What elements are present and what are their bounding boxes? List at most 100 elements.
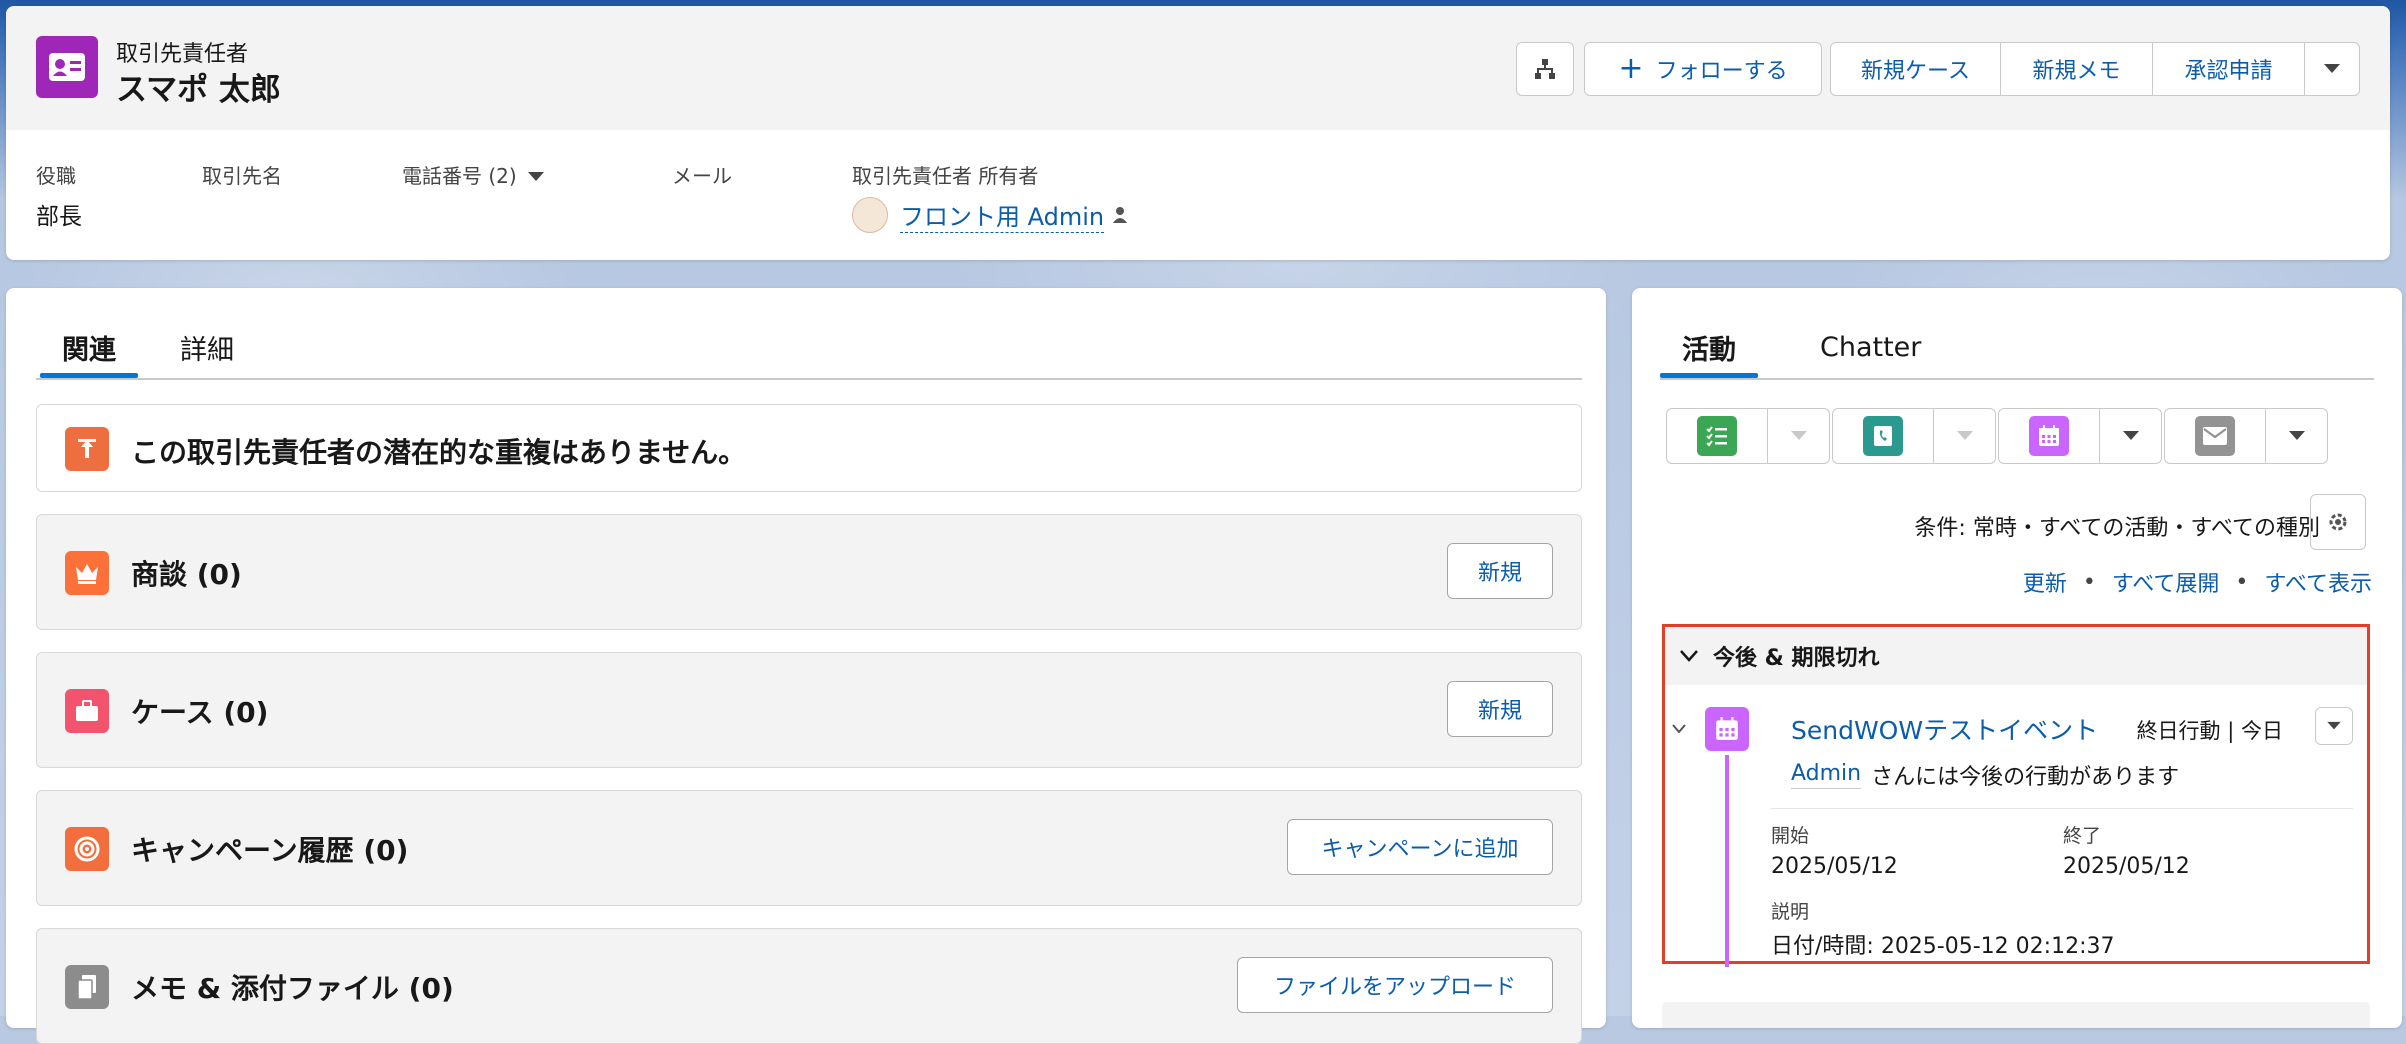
- event-start: 開始 2025/05/12: [1771, 821, 1898, 879]
- plus-icon: +: [1618, 51, 1644, 86]
- add-to-campaign-button[interactable]: キャンペーンに追加: [1287, 819, 1553, 875]
- task-icon: [1697, 416, 1737, 456]
- field-account-label: 取引先名: [202, 164, 282, 188]
- expand-all-link[interactable]: すべて展開: [2112, 566, 2220, 598]
- follow-button[interactable]: + フォローする: [1584, 42, 1822, 96]
- section-title: 今後 & 期限切れ: [1713, 646, 1880, 671]
- hierarchy-button[interactable]: [1516, 42, 1574, 96]
- refresh-link[interactable]: 更新: [2023, 566, 2067, 598]
- duplicate-message: この取引先責任者の潜在的な重複はありません。: [131, 436, 747, 469]
- tabs-divider: [36, 378, 1582, 380]
- event-divider: [1771, 808, 2353, 809]
- new-opportunity-button[interactable]: 新規: [1447, 543, 1553, 599]
- filter-settings-button[interactable]: [2310, 494, 2366, 550]
- related-list-opportunities: 商談 (0) 新規: [36, 514, 1582, 630]
- timeline-line: [1725, 755, 1729, 967]
- chevron-down-icon: [2327, 721, 2341, 730]
- view-all-link[interactable]: すべて表示: [2264, 566, 2372, 598]
- separator-dot: •: [2082, 569, 2096, 595]
- send-email-button[interactable]: [2164, 408, 2328, 464]
- event-title-link[interactable]: SendWOWテストイベント: [1791, 711, 2098, 747]
- activity-panel: 活動 Chatter 条件: 常時・すべての活動・すべての種別 更新 • すべて…: [1632, 288, 2402, 1028]
- chevron-down-icon: [1680, 650, 1698, 662]
- event-description: 説明 日付/時間: 2025-05-12 02:12:37: [1771, 897, 2114, 960]
- field-account: 取引先名: [202, 160, 282, 189]
- field-title-label: 役職: [36, 164, 76, 188]
- cases-title: ケース (0): [131, 696, 269, 729]
- field-phone-label: 電話番号 (2): [402, 164, 517, 188]
- event-description-label: 説明: [1771, 901, 1810, 923]
- opportunities-title: 商談 (0): [131, 558, 242, 591]
- related-list-campaign-history: キャンペーン履歴 (0) キャンペーンに追加: [36, 790, 1582, 906]
- activity-filter-text: 条件: 常時・すべての活動・すべての種別: [1914, 516, 2320, 541]
- event-end-value: 2025/05/12: [2063, 854, 2190, 879]
- event-meta: 終日行動 | 今日: [2136, 719, 2283, 743]
- submit-approval-button[interactable]: 承認申請: [2153, 43, 2305, 95]
- left-tabs: 関連 詳細: [40, 318, 256, 378]
- section-header[interactable]: 今後 & 期限切れ: [1665, 627, 2367, 685]
- more-actions-button[interactable]: [2305, 43, 2359, 95]
- event-start-label: 開始: [1771, 825, 1810, 847]
- duplicate-notice-card: この取引先責任者の潜在的な重複はありません。: [36, 404, 1582, 492]
- field-owner-label: 取引先責任者 所有者: [852, 164, 1039, 188]
- new-task-button[interactable]: [1666, 408, 1830, 464]
- calendar-icon: [2029, 416, 2069, 456]
- case-icon: [65, 689, 109, 733]
- event-owner-text: さんには今後の行動があります: [1871, 765, 2180, 790]
- gear-icon: [2329, 513, 2347, 531]
- field-owner: 取引先責任者 所有者 フロント用 Admin: [852, 160, 1132, 233]
- merge-icon: [65, 427, 109, 471]
- event-end: 終了 2025/05/12: [2063, 821, 2190, 879]
- chevron-down-icon: [2288, 431, 2305, 440]
- field-title: 役職 部長: [36, 160, 82, 231]
- email-icon: [2195, 416, 2235, 456]
- event-calendar-icon: [1705, 707, 1749, 751]
- log-call-button[interactable]: [1832, 408, 1996, 464]
- chevron-down-icon: [2324, 64, 2340, 73]
- chevron-down-icon: [2122, 431, 2139, 440]
- chevron-down-icon: [1956, 431, 1973, 440]
- chevron-down-icon: [527, 171, 544, 181]
- notes-attachments-title: メモ & 添付ファイル (0): [131, 972, 454, 1005]
- campaign-icon: [65, 827, 109, 871]
- event-owner-link[interactable]: Admin: [1791, 761, 1862, 789]
- change-owner-icon[interactable]: [1110, 204, 1132, 226]
- event-actions-button[interactable]: [2315, 707, 2353, 745]
- record-header: 取引先責任者 スマポ 太郎 + フォローする 新規ケース 新規メモ 承認申請 役…: [6, 6, 2390, 260]
- related-panel: 関連 詳細 この取引先責任者の潜在的な重複はありません。 商談 (0) 新規 ケ…: [6, 288, 1606, 1044]
- related-list-notes-attachments: メモ & 添付ファイル (0) ファイルをアップロード: [36, 928, 1582, 1044]
- event-end-label: 終了: [2063, 825, 2102, 847]
- new-case-related-button[interactable]: 新規: [1447, 681, 1553, 737]
- phone-log-icon: [1863, 416, 1903, 456]
- hierarchy-icon: [1535, 59, 1555, 79]
- upcoming-overdue-section: 今後 & 期限切れ SendWOWテストイベント 終日行動 | 今日 Admin…: [1662, 624, 2370, 967]
- tab-chatter[interactable]: Chatter: [1798, 318, 1943, 376]
- field-email-label: メール: [672, 164, 732, 188]
- tab-details[interactable]: 詳細: [158, 318, 256, 376]
- new-event-button[interactable]: [1998, 408, 2162, 464]
- event-description-value: 日付/時間: 2025-05-12 02:12:37: [1771, 934, 2115, 959]
- field-phone[interactable]: 電話番号 (2): [402, 160, 545, 189]
- tabs-divider: [1660, 378, 2374, 380]
- related-list-cases: ケース (0) 新規: [36, 652, 1582, 768]
- owner-link[interactable]: フロント用 Admin: [900, 197, 1105, 233]
- tab-activity[interactable]: 活動: [1660, 318, 1758, 378]
- upload-files-button[interactable]: ファイルをアップロード: [1237, 957, 1553, 1013]
- action-button-group: 新規ケース 新規メモ 承認申請: [1830, 42, 2360, 96]
- activity-links: 更新 • すべて展開 • すべて表示: [2023, 566, 2372, 598]
- campaign-history-title: キャンペーン履歴 (0): [131, 834, 409, 867]
- chevron-down-icon: [1790, 431, 1807, 440]
- event-owner-line: Admin さんには今後の行動があります: [1791, 759, 2179, 791]
- new-note-button[interactable]: 新規メモ: [2001, 43, 2153, 95]
- file-icon: [65, 965, 109, 1009]
- chevron-right-icon[interactable]: [1671, 723, 1687, 735]
- next-section-header[interactable]: [1662, 1002, 2370, 1028]
- field-title-value: 部長: [36, 204, 82, 230]
- field-email: メール: [672, 160, 732, 189]
- event-start-value: 2025/05/12: [1771, 854, 1898, 879]
- new-case-button[interactable]: 新規ケース: [1831, 43, 2001, 95]
- opportunity-icon: [65, 551, 109, 595]
- separator-dot: •: [2235, 569, 2249, 595]
- tab-related[interactable]: 関連: [40, 318, 138, 378]
- contact-icon: [36, 36, 98, 98]
